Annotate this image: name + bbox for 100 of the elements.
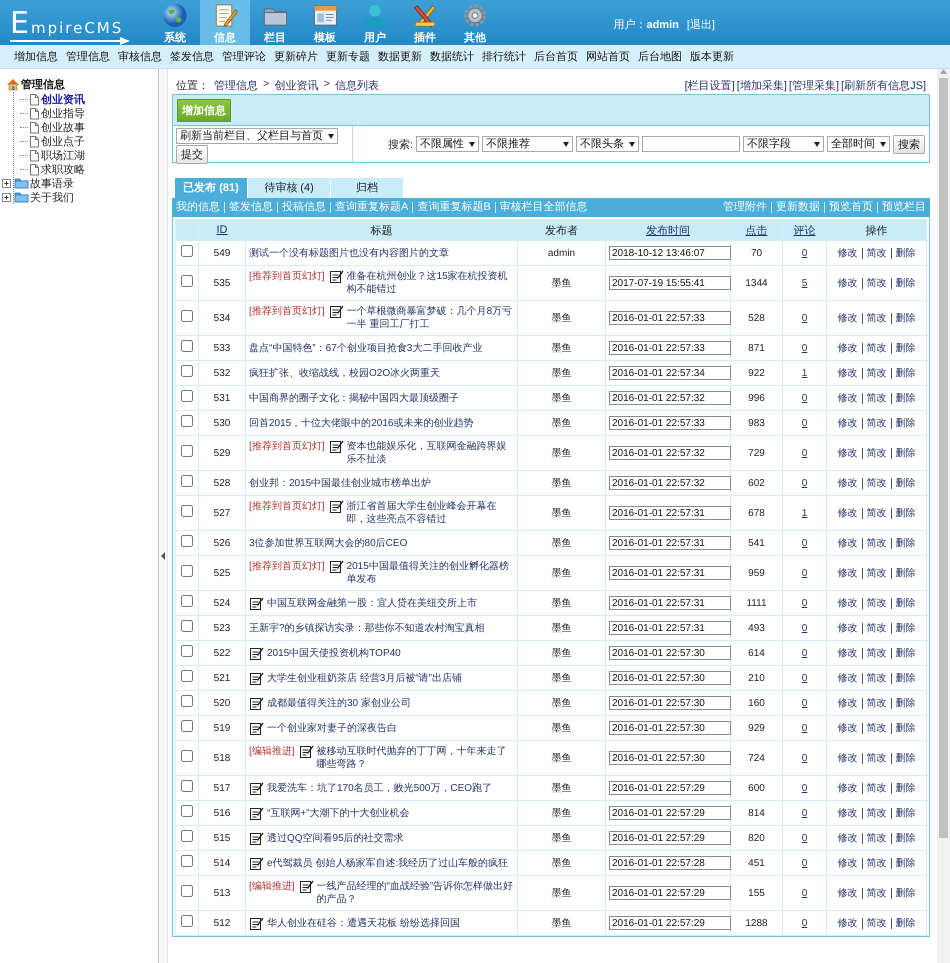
row-checkbox[interactable]: [181, 340, 193, 352]
time-field[interactable]: 2018-10-12 13:46:07: [609, 246, 731, 260]
comments-link[interactable]: 0: [802, 448, 808, 458]
row-checkbox[interactable]: [181, 885, 193, 897]
action-link[interactable]: 删除: [890, 312, 920, 324]
action-link[interactable]: 简改: [862, 538, 890, 548]
action-link[interactable]: 删除: [890, 918, 920, 928]
search-button[interactable]: 搜索: [893, 134, 925, 154]
tree-item[interactable]: 创业点子: [40, 134, 86, 148]
comments-link[interactable]: 0: [802, 538, 808, 548]
menu-item[interactable]: 后台首页: [530, 49, 582, 64]
nav-tab[interactable]: 插件: [400, 0, 450, 45]
title-link[interactable]: 被移动互联时代抛弃的丁丁网，十年来走了哪些弯路？: [316, 745, 514, 771]
top-link[interactable]: [增加采集]: [736, 78, 787, 92]
time-field[interactable]: 2016-01-01 22:57:30: [609, 751, 731, 765]
action-link[interactable]: 简改: [862, 782, 890, 794]
filter-select[interactable]: 全部时间: [827, 136, 890, 152]
action-link[interactable]: 简改: [862, 418, 890, 428]
top-link[interactable]: [管理采集]: [788, 78, 840, 92]
action-link[interactable]: 修改: [834, 368, 862, 378]
row-checkbox[interactable]: [181, 645, 193, 657]
action-link[interactable]: 简改: [862, 598, 890, 608]
row-checkbox[interactable]: [181, 595, 193, 607]
nav-tab[interactable]: 其他: [450, 0, 500, 45]
time-field[interactable]: 2016-01-01 22:57:29: [609, 806, 731, 820]
action-link[interactable]: 修改: [834, 858, 862, 868]
row-checkbox[interactable]: [181, 535, 193, 547]
action-link[interactable]: 简改: [862, 278, 890, 288]
tree-item[interactable]: 职场江湖: [40, 148, 86, 162]
action-link[interactable]: 修改: [834, 392, 862, 404]
action-link[interactable]: 删除: [890, 418, 920, 428]
comments-link[interactable]: 0: [802, 808, 808, 818]
action-link[interactable]: 简改: [862, 918, 890, 928]
row-checkbox[interactable]: [181, 720, 193, 732]
row-checkbox[interactable]: [181, 390, 193, 402]
tree-item[interactable]: 故事语录: [29, 176, 75, 190]
row-checkbox[interactable]: [181, 475, 193, 487]
action-link[interactable]: 修改: [834, 672, 862, 684]
action-link[interactable]: 删除: [890, 888, 920, 898]
action-link[interactable]: 删除: [890, 248, 920, 258]
action-link[interactable]: 删除: [890, 368, 920, 378]
comments-link[interactable]: 0: [802, 672, 808, 684]
comments-link[interactable]: 0: [802, 392, 808, 404]
row-checkbox[interactable]: [181, 670, 193, 682]
row-checkbox[interactable]: [181, 310, 193, 322]
comments-link[interactable]: 0: [802, 568, 808, 578]
filter-select[interactable]: 不限属性: [416, 136, 479, 152]
action-link[interactable]: 简改: [862, 342, 890, 354]
action-link[interactable]: 修改: [834, 722, 862, 734]
time-field[interactable]: 2016-01-01 22:57:33: [609, 311, 731, 325]
action-link[interactable]: 删除: [890, 342, 920, 354]
row-checkbox[interactable]: [181, 245, 193, 257]
row-checkbox[interactable]: [181, 365, 193, 377]
action-link[interactable]: 删除: [890, 722, 920, 734]
action-link[interactable]: 简改: [862, 722, 890, 734]
action-link[interactable]: 修改: [834, 622, 862, 634]
nav-tab[interactable]: 系统: [150, 0, 200, 45]
title-link[interactable]: 准备在杭州创业？这15家在杭投资机构不能错过: [346, 270, 514, 296]
menu-item[interactable]: 排行统计: [478, 49, 530, 64]
tree-item[interactable]: 创业故事: [40, 120, 86, 134]
action-link[interactable]: 删除: [890, 538, 920, 548]
row-checkbox[interactable]: [181, 505, 193, 517]
menu-item[interactable]: 审核信息: [114, 49, 166, 64]
action-link[interactable]: 简改: [862, 248, 890, 258]
comments-link[interactable]: 0: [802, 698, 808, 708]
comments-link[interactable]: 0: [802, 832, 808, 844]
action-link[interactable]: 修改: [834, 568, 862, 578]
action-link[interactable]: 删除: [890, 672, 920, 684]
action-link[interactable]: 简改: [862, 368, 890, 378]
row-checkbox[interactable]: [181, 695, 193, 707]
action-link[interactable]: 简改: [862, 832, 890, 844]
action-link[interactable]: 修改: [834, 312, 862, 324]
time-field[interactable]: 2017-07-19 15:55:41: [609, 276, 731, 290]
action-link[interactable]: 简改: [862, 392, 890, 404]
expand-icon[interactable]: [1, 192, 12, 202]
row-checkbox[interactable]: [181, 830, 193, 842]
comments-link[interactable]: 0: [802, 888, 808, 898]
row-checkbox[interactable]: [181, 415, 193, 427]
title-link[interactable]: 资本也能娱乐化，互联网金融跨界娱乐不扯淡: [346, 440, 514, 466]
title-link[interactable]: 2015中国最值得关注的创业孵化器榜单发布: [346, 560, 514, 586]
action-link[interactable]: 删除: [890, 782, 920, 794]
time-field[interactable]: 2016-01-01 22:57:30: [609, 721, 731, 735]
comments-link[interactable]: 0: [802, 248, 808, 258]
time-field[interactable]: 2016-01-01 22:57:31: [609, 536, 731, 550]
tree-item[interactable]: 求职攻略: [40, 162, 86, 176]
action-link[interactable]: 修改: [834, 782, 862, 794]
expand-icon[interactable]: [1, 178, 12, 188]
comments-link[interactable]: 0: [802, 312, 808, 324]
menu-item[interactable]: 签发信息: [166, 49, 218, 64]
tree-item[interactable]: 创业指导: [40, 106, 86, 120]
action-link[interactable]: 简改: [862, 648, 890, 658]
action-link[interactable]: 删除: [890, 568, 920, 578]
time-field[interactable]: 2016-01-01 22:57:30: [609, 696, 731, 710]
action-link[interactable]: 删除: [890, 478, 920, 488]
time-field[interactable]: 2016-01-01 22:57:29: [609, 916, 731, 930]
action-link[interactable]: 删除: [890, 448, 920, 458]
comments-link[interactable]: 0: [802, 752, 808, 764]
action-link[interactable]: 修改: [834, 478, 862, 488]
comments-link[interactable]: 1: [802, 368, 808, 378]
action-link[interactable]: 删除: [890, 698, 920, 708]
